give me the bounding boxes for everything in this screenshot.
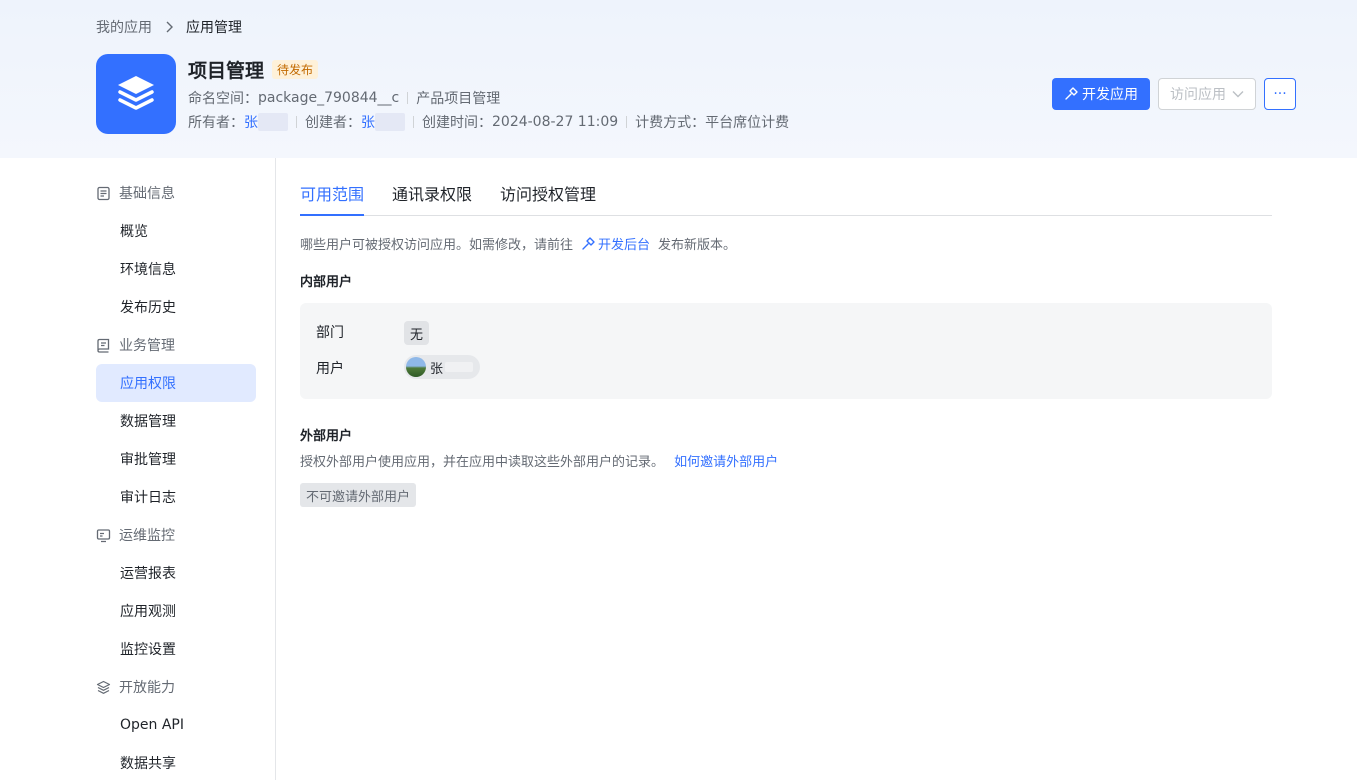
breadcrumb-current: 应用管理 (186, 20, 242, 36)
visit-app-dropdown[interactable]: 访问应用 (1158, 78, 1256, 110)
external-desc-text: 授权外部用户使用应用，并在应用中读取这些外部用户的记录。 (300, 455, 665, 470)
app-name: 项目管理 (188, 60, 265, 82)
sidebar-item-release-history[interactable]: 发布历史 (96, 288, 256, 326)
sidebar: 基础信息 概览 环境信息 发布历史 业务管理 应用权限 数据管理 审批管理 审计… (0, 158, 276, 780)
visit-app-label: 访问应用 (1170, 87, 1226, 103)
app-title-row: 项目管理 待发布 (188, 56, 319, 83)
internal-users-title: 内部用户 (300, 275, 353, 290)
scope-desc-text: 哪些用户可被授权访问应用。如需修改，请前往 (300, 238, 574, 253)
breadcrumb-my-apps[interactable]: 我的应用 (96, 17, 152, 37)
sidebar-item-ops-report[interactable]: 运营报表 (96, 554, 256, 592)
sidebar-item-data-management[interactable]: 数据管理 (96, 402, 256, 440)
billing-value: 平台席位计费 (705, 115, 790, 131)
status-badge: 待发布 (272, 60, 319, 79)
sidebar-item-label: 环境信息 (120, 262, 176, 278)
divider (626, 116, 628, 128)
billing-label: 计费方式： (635, 115, 706, 131)
external-status-tag: 不可邀请外部用户 (300, 483, 417, 507)
dev-console-label: 开发后台 (598, 238, 651, 253)
user-chip[interactable]: 张 (404, 355, 480, 379)
sidebar-item-audit-log[interactable]: 审计日志 (96, 478, 256, 516)
chevron-right-icon (164, 21, 174, 33)
creator-label: 创建者： (305, 115, 361, 131)
nav-group-open-capability: 开放能力 (96, 677, 175, 697)
sidebar-item-label: 数据共享 (120, 756, 176, 772)
hammer-icon (1065, 87, 1078, 100)
sidebar-item-label: 数据管理 (120, 414, 176, 430)
user-chip-name: 张 (430, 361, 444, 377)
sidebar-item-label: 应用观测 (120, 604, 176, 620)
creator-link[interactable]: 张 (361, 112, 375, 132)
redacted-mask (258, 113, 288, 131)
chevron-down-icon (1232, 91, 1244, 98)
app-header: 我的应用 应用管理 项目管理 待发布 命名空间： package_790844_… (0, 0, 1357, 158)
sidebar-item-approval[interactable]: 审批管理 (96, 440, 256, 478)
created-time-value: 2024-08-27 11:09 (492, 114, 619, 130)
owner-label: 所有者： (188, 115, 244, 131)
internal-users-panel: 部门 无 用户 张 (300, 303, 1272, 399)
divider (407, 92, 409, 104)
app-description: 产品项目管理 (416, 91, 501, 107)
department-tag: 无 (404, 321, 430, 345)
nav-group-basic-info: 基础信息 (96, 183, 175, 203)
nav-group-business: 业务管理 (96, 335, 175, 355)
book-icon (97, 338, 110, 353)
sidebar-item-label: 运营报表 (120, 566, 176, 582)
sidebar-item-environment[interactable]: 环境信息 (96, 250, 256, 288)
app-logo (96, 54, 176, 134)
divider (413, 116, 414, 128)
develop-app-label: 开发应用 (1082, 87, 1138, 103)
tab-availability[interactable]: 可用范围 (300, 181, 365, 216)
tab-access-authorization[interactable]: 访问授权管理 (500, 181, 596, 216)
develop-app-button[interactable]: 开发应用 (1052, 78, 1150, 110)
nav-group-label: 运维监控 (119, 528, 175, 544)
scope-description: 哪些用户可被授权访问应用。如需修改，请前往 开发后台 发布新版本。 (300, 234, 736, 253)
app-meta-row-2: 所有者： 张 创建者： 张 创建时间： 2024-08-27 11:09 计费方… (188, 112, 789, 132)
scope-desc-suffix: 发布新版本。 (658, 238, 737, 253)
created-time-label: 创建时间： (422, 115, 492, 131)
namespace-value: package_790844__c (258, 90, 400, 106)
sidebar-item-monitor-settings[interactable]: 监控设置 (96, 630, 256, 668)
owner-link[interactable]: 张 (244, 112, 258, 132)
layers-icon (96, 680, 111, 694)
more-button[interactable]: ··· (1264, 78, 1296, 110)
app-meta-row-1: 命名空间： package_790844__c 产品项目管理 (188, 88, 500, 108)
dev-console-link[interactable]: 开发后台 (581, 234, 650, 253)
tab-contacts-permission[interactable]: 通讯录权限 (392, 181, 472, 216)
avatar (406, 357, 426, 377)
department-label: 部门 (316, 325, 344, 341)
breadcrumb: 我的应用 应用管理 (96, 17, 242, 37)
permission-tabs: 可用范围 通讯录权限 访问授权管理 (300, 168, 1272, 216)
namespace-label: 命名空间： (188, 91, 258, 107)
user-label: 用户 (316, 361, 344, 377)
external-users-title: 外部用户 (300, 429, 353, 444)
nav-group-ops: 运维监控 (96, 525, 175, 545)
sidebar-item-overview[interactable]: 概览 (96, 212, 256, 250)
sidebar-item-data-sharing[interactable]: 数据共享 (96, 744, 256, 782)
nav-group-label: 业务管理 (119, 338, 175, 354)
sidebar-item-label: 应用权限 (120, 376, 176, 392)
nav-group-label: 开放能力 (119, 680, 175, 696)
divider (296, 116, 297, 128)
sidebar-item-label: 发布历史 (120, 300, 176, 316)
document-icon (97, 186, 110, 200)
external-users-description: 授权外部用户使用应用，并在应用中读取这些外部用户的记录。 如何邀请外部用户 (300, 451, 778, 470)
sidebar-item-app-permission[interactable]: 应用权限 (96, 364, 256, 402)
sidebar-item-open-api[interactable]: Open API (96, 706, 256, 744)
layers-icon (118, 76, 154, 110)
redacted-mask (375, 113, 405, 131)
invite-external-link[interactable]: 如何邀请外部用户 (674, 451, 778, 470)
redacted-mask (445, 362, 474, 372)
monitor-icon (96, 528, 111, 542)
sidebar-item-label: 审计日志 (120, 490, 176, 506)
hammer-icon (582, 236, 595, 250)
sidebar-item-observability[interactable]: 应用观测 (96, 592, 256, 630)
sidebar-item-label: Open API (120, 717, 184, 733)
nav-group-label: 基础信息 (119, 186, 175, 202)
sidebar-item-label: 监控设置 (120, 642, 176, 658)
sidebar-item-label: 审批管理 (120, 452, 176, 468)
sidebar-item-label: 概览 (120, 224, 148, 240)
